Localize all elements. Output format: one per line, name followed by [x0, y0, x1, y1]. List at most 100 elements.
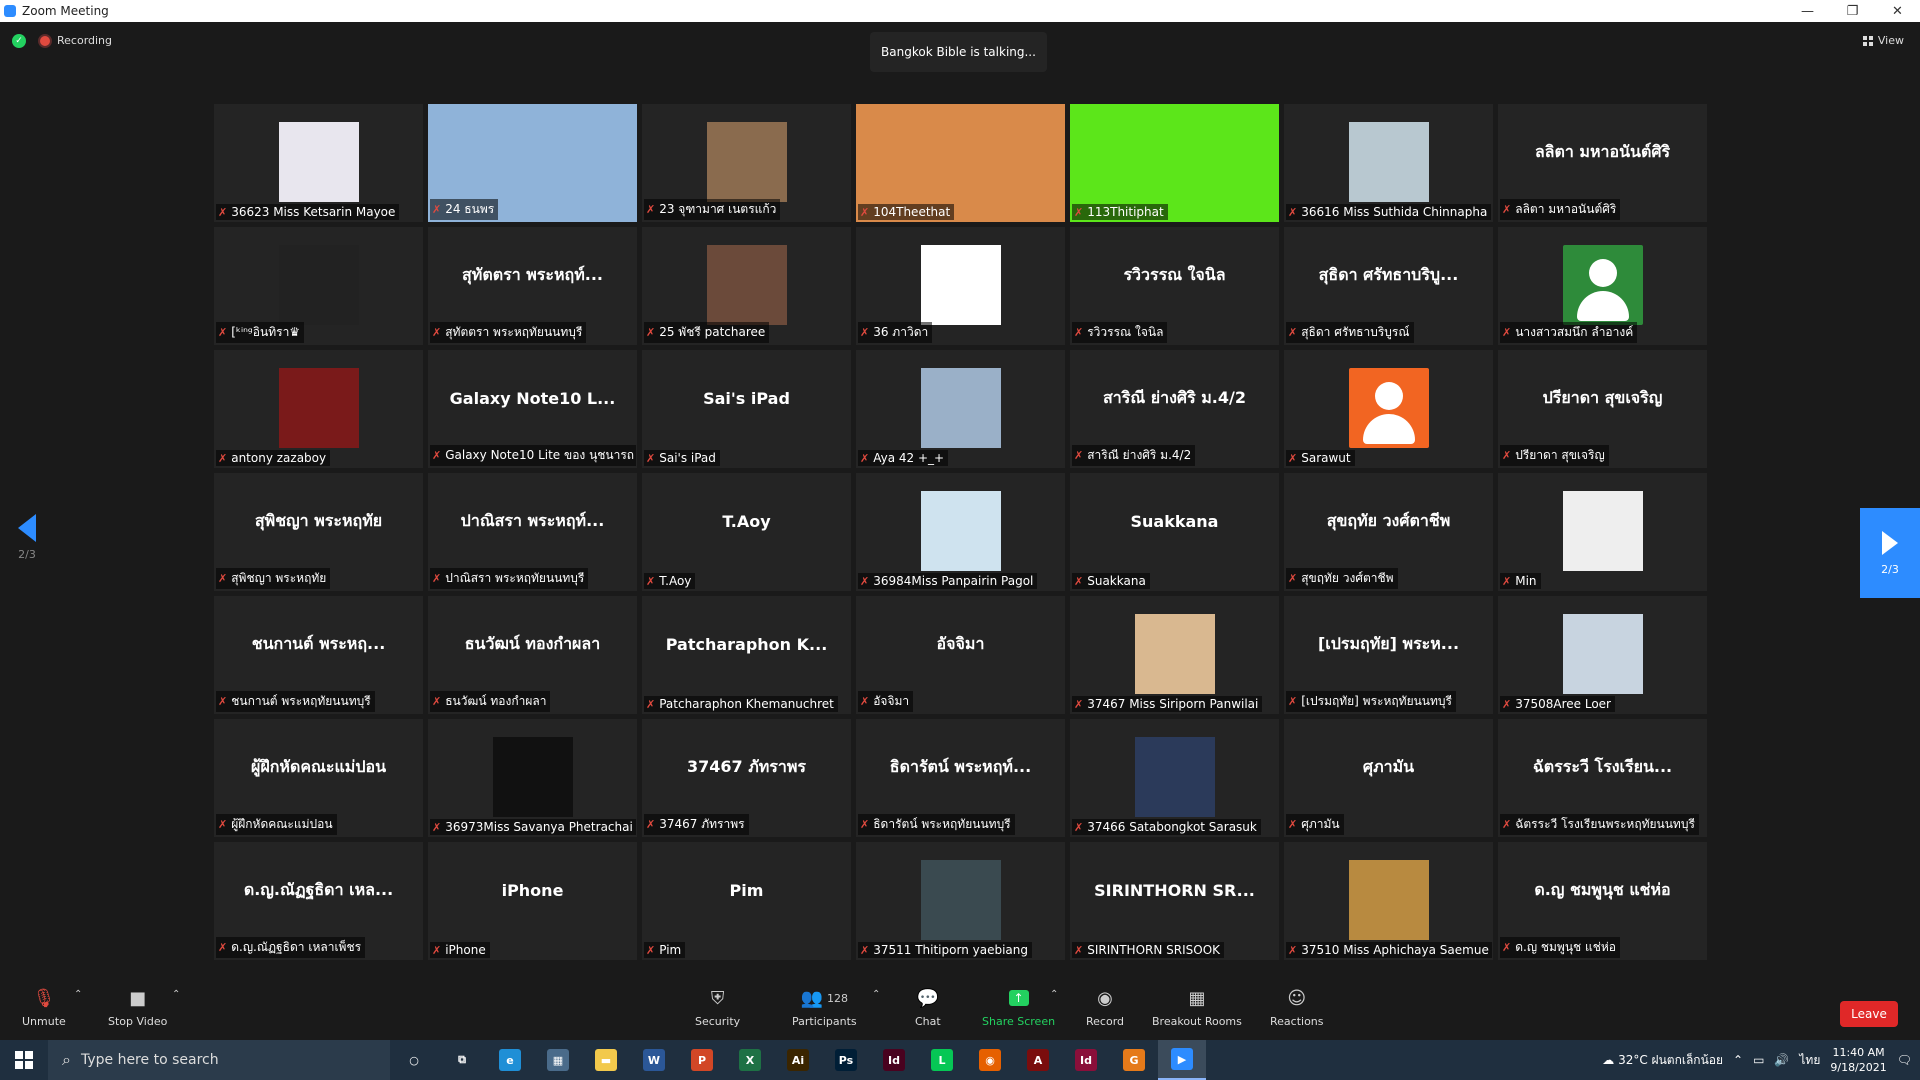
participant-tile[interactable]: T.Aoy ✗ T.Aoy	[642, 473, 851, 591]
participant-tile[interactable]: Patcharaphon K... ✗ Patcharaphon Khemanuch…	[642, 596, 851, 714]
participant-tile[interactable]: ด.ญ.ณัฏฐธิดา เหล... ✗ ด.ญ.ณัฏฐธิดา เหลาเพ็…	[214, 842, 423, 960]
participant-tile[interactable]: รวิวรรณ ใจนิล ✗ รวิวรรณ ใจนิล	[1070, 227, 1279, 345]
participant-tile[interactable]: ✗ 25 พัชรี patcharee	[642, 227, 851, 345]
start-button[interactable]	[0, 1040, 48, 1080]
participant-tile[interactable]: ธนวัฒน์ ทองกำผลา ✗ ธนวัฒน์ ทองกำผลา	[428, 596, 637, 714]
taskbar-search-input[interactable]: ⌕ Type here to search	[48, 1040, 390, 1080]
edge-taskbar-button[interactable]: e	[486, 1040, 534, 1080]
restore-button[interactable]: ❐	[1830, 0, 1875, 22]
stop-video-button[interactable]: ■ Stop Video	[108, 987, 167, 1029]
participant-tile[interactable]: ด.ญ ชมพูนุช แช่ห่อ ✗ ด.ญ ชมพูนุช แช่ห่อ	[1498, 842, 1707, 960]
participant-tile[interactable]: ✗ Aya 42 +_+	[856, 350, 1065, 468]
record-button[interactable]: ◉ Record	[1086, 987, 1124, 1029]
file-explorer-taskbar-button[interactable]: ▬	[582, 1040, 630, 1080]
participant-tile[interactable]: ✗ Min	[1498, 473, 1707, 591]
task-view-taskbar-button[interactable]: ⧉	[438, 1040, 486, 1080]
participant-tile[interactable]: ✗ 23 จุฑามาศ เนตรแก้ว	[642, 104, 851, 222]
cortana-taskbar-button[interactable]: ○	[390, 1040, 438, 1080]
participant-tile[interactable]: ✗ 37510 Miss Aphichaya Saemue	[1284, 842, 1493, 960]
minimize-button[interactable]: —	[1785, 0, 1830, 22]
audio-options-caret[interactable]: ⌃	[74, 989, 82, 1000]
participant-tile[interactable]: SIRINTHORN SR... ✗ SIRINTHORN SRISOOK	[1070, 842, 1279, 960]
participant-tile[interactable]: iPhone ✗ iPhone	[428, 842, 637, 960]
encryption-shield-icon[interactable]: ✓	[12, 34, 26, 48]
participant-tile[interactable]: ✗ 36973Miss Savanya Phetrachai	[428, 719, 637, 837]
volume-icon[interactable]: 🔊	[1774, 1053, 1789, 1067]
indesign-taskbar-button[interactable]: Id	[870, 1040, 918, 1080]
participants-options-caret[interactable]: ⌃	[872, 989, 880, 1000]
view-button[interactable]: View	[1862, 34, 1904, 47]
chat-button[interactable]: 💬 Chat	[915, 987, 941, 1029]
show-hidden-icons-icon[interactable]: ⌃	[1733, 1053, 1743, 1067]
participant-tile[interactable]: ✗ 104Theethat	[856, 104, 1065, 222]
participant-tile[interactable]: ✗ นางสาวสมนึก ลำอางค์	[1498, 227, 1707, 345]
leave-button[interactable]: Leave	[1840, 1001, 1898, 1027]
participant-tile[interactable]: ✗ 36623 Miss Ketsarin Mayoe	[214, 104, 423, 222]
participant-tile[interactable]: ✗ 36 ภาวิดา	[856, 227, 1065, 345]
language-indicator[interactable]: ไทย	[1799, 1051, 1820, 1070]
microphone-muted-icon: ✗	[1288, 451, 1298, 465]
word-taskbar-button[interactable]: W	[630, 1040, 678, 1080]
participant-tile[interactable]: ผู้ฝึกหัดคณะแม่ปอน ✗ ผู้ฝึกหัดคณะแม่ปอน	[214, 719, 423, 837]
zoom-taskbar-button[interactable]: ▶	[1158, 1040, 1206, 1080]
calculator-icon: ▦	[547, 1049, 569, 1071]
next-page-button[interactable]: 2/3	[1860, 508, 1920, 598]
network-icon[interactable]: ▭	[1753, 1053, 1764, 1067]
calculator-taskbar-button[interactable]: ▦	[534, 1040, 582, 1080]
participant-tile[interactable]: ✗ 37508Aree Loer	[1498, 596, 1707, 714]
participant-tile[interactable]: 37467 ภัทราพร ✗ 37467 ภัทราพร	[642, 719, 851, 837]
participant-tile[interactable]: ✗ 36984Miss Panpairin Pagol	[856, 473, 1065, 591]
clock[interactable]: 11:40 AM 9/18/2021	[1830, 1045, 1886, 1075]
grammarly-taskbar-button[interactable]: G	[1110, 1040, 1158, 1080]
participant-tile[interactable]: ธิดารัตน์ พระหฤท์... ✗ ธิดารัตน์ พระหฤทัยน…	[856, 719, 1065, 837]
video-options-caret[interactable]: ⌃	[172, 989, 180, 1000]
line-taskbar-button[interactable]: L	[918, 1040, 966, 1080]
participant-tile[interactable]: สุธิดา ศรัทธาบริบู... ✗ สุธิดา ศรัทธาบริบู…	[1284, 227, 1493, 345]
participant-tile[interactable]: อัจจิมา ✗ อัจจิมา	[856, 596, 1065, 714]
participant-tile[interactable]: Galaxy Note10 L... ✗ Galaxy Note10 Lite ขอ…	[428, 350, 637, 468]
participant-tile[interactable]: ✗ antony zazaboy	[214, 350, 423, 468]
participant-tile[interactable]: สุทัตตรา พระหฤท์... ✗ สุทัตตรา พระหฤทัยนนท…	[428, 227, 637, 345]
participant-tile[interactable]: ฉัตรระวี โรงเรียน... ✗ ฉัตรระวี โรงเรียนพร…	[1498, 719, 1707, 837]
share-screen-icon: ↑	[1008, 987, 1029, 1009]
recording-indicator[interactable]: Recording	[38, 34, 112, 48]
illustrator-taskbar-button[interactable]: Ai	[774, 1040, 822, 1080]
participant-tile[interactable]: Suakkana ✗ Suakkana	[1070, 473, 1279, 591]
reactions-button[interactable]: ☺ Reactions	[1270, 987, 1324, 1029]
excel-taskbar-button[interactable]: X	[726, 1040, 774, 1080]
participant-tile[interactable]: ✗ 37466 Satabongkot Sarasuk	[1070, 719, 1279, 837]
previous-page-button[interactable]: 2/3	[18, 514, 36, 561]
breakout-rooms-button[interactable]: ▦ Breakout Rooms	[1152, 987, 1242, 1029]
participant-tile[interactable]: ปรียาดา สุขเจริญ ✗ ปรียาดา สุขเจริญ	[1498, 350, 1707, 468]
participant-tile[interactable]: Sai's iPad ✗ Sai's iPad	[642, 350, 851, 468]
participant-tile[interactable]: สาริณี ย่างศิริ ม.4/2 ✗ สาริณี ย่างศิริ ม.…	[1070, 350, 1279, 468]
acrobat-taskbar-button[interactable]: A	[1014, 1040, 1062, 1080]
participant-tile[interactable]: สุพิชญา พระหฤทัย ✗ สุพิชญา พระหฤทัย	[214, 473, 423, 591]
security-button[interactable]: ⛨ Security	[695, 987, 740, 1029]
participant-tile[interactable]: [เปรมฤทัย] พระห... ✗ [เปรมฤทัย] พระหฤทัยนน…	[1284, 596, 1493, 714]
participant-tile[interactable]: ✗ 113Thitiphat	[1070, 104, 1279, 222]
participant-tile[interactable]: ✗ Sarawut	[1284, 350, 1493, 468]
photoshop-taskbar-button[interactable]: Ps	[822, 1040, 870, 1080]
participant-tile[interactable]: สุขฤทัย วงศ์ตาชีพ ✗ สุขฤทัย วงศ์ตาชีพ	[1284, 473, 1493, 591]
notifications-icon[interactable]: 🗨	[1897, 1053, 1912, 1067]
participants-button[interactable]: 👥 128 Participants	[792, 987, 857, 1029]
participant-tile[interactable]: ✗ 24 ธนพร	[428, 104, 637, 222]
close-button[interactable]: ✕	[1875, 0, 1920, 22]
participant-tile[interactable]: ชนกานต์ พระหฤ... ✗ ชนกานต์ พระหฤทัยนนทบุรี	[214, 596, 423, 714]
participant-tile[interactable]: ศุภามัน ✗ ศุภามัน	[1284, 719, 1493, 837]
share-screen-button[interactable]: ↑ Share Screen	[982, 987, 1055, 1028]
participant-tile[interactable]: ปาณิสรา พระหฤท์... ✗ ปาณิสรา พระหฤทัยนนทบุ…	[428, 473, 637, 591]
weather-widget[interactable]: ☁ 32°C ฝนตกเล็กน้อย	[1602, 1051, 1723, 1070]
indesign-2-taskbar-button[interactable]: Id	[1062, 1040, 1110, 1080]
participant-tile[interactable]: ✗ 37467 Miss Siriporn Panwilai	[1070, 596, 1279, 714]
participant-tile[interactable]: ✗ [ᵏⁱⁿᵍอินทิรา♛	[214, 227, 423, 345]
participant-tile[interactable]: ✗ 36616 Miss Suthida Chinnapha	[1284, 104, 1493, 222]
participant-tile[interactable]: ✗ 37511 Thitiporn yaebiang	[856, 842, 1065, 960]
share-options-caret[interactable]: ⌃	[1050, 989, 1058, 1000]
firefox-taskbar-button[interactable]: ◉	[966, 1040, 1014, 1080]
participant-tile[interactable]: Pim ✗ Pim	[642, 842, 851, 960]
powerpoint-taskbar-button[interactable]: P	[678, 1040, 726, 1080]
unmute-button[interactable]: 🎙 Unmute	[22, 987, 66, 1029]
participant-tile[interactable]: ลลิตา มหาอนันต์ศิริ ✗ ลลิตา มหาอนันต์ศิริ	[1498, 104, 1707, 222]
